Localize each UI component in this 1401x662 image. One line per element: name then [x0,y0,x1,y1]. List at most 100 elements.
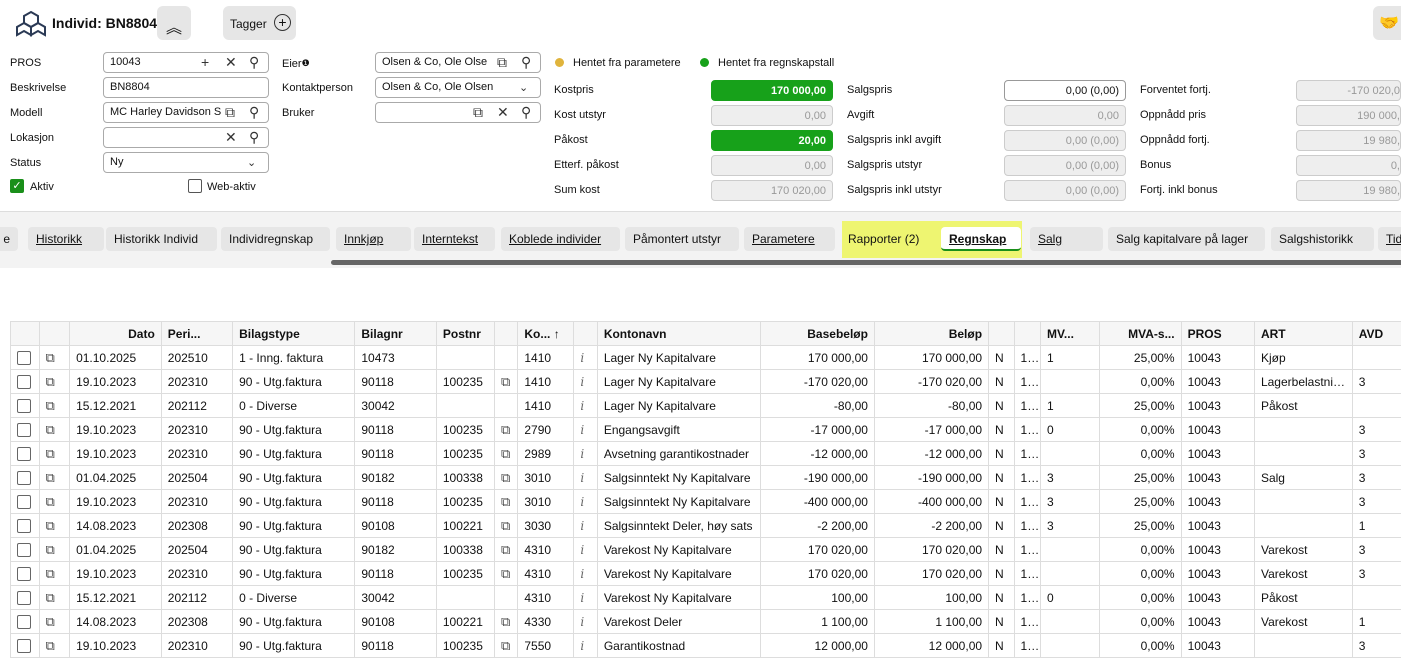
search-icon[interactable]: ⚲ [521,54,532,71]
table-row[interactable]: ⧉ 01.10.2025 202510 1 - Inng. faktura 10473 1… [10,345,1401,370]
col-periode[interactable]: Peri... [160,321,234,346]
col-n[interactable] [988,321,1015,346]
tab-tid[interactable]: Tid [1378,227,1401,251]
aktiv-checkbox[interactable]: ✓ [10,179,24,193]
row-checkbox-cell[interactable] [10,633,40,658]
row-checkbox[interactable] [17,446,31,461]
open-external-icon[interactable]: ⧉ [501,422,510,437]
table-row[interactable]: ⧉ 14.08.2023 202308 90 - Utg.faktura 90108 10… [10,513,1401,538]
postnr-link-cell[interactable] [493,393,519,418]
open-external-icon[interactable]: ⧉ [497,54,507,71]
row-open-cell[interactable]: ⧉ [38,585,71,610]
info-icon[interactable]: i [580,375,584,389]
col-pros[interactable]: PROS [1180,321,1255,346]
table-row[interactable]: ⧉ 19.10.2023 202310 90 - Utg.faktura 90118 10… [10,417,1401,442]
table-row[interactable]: ⧉ 01.04.2025 202504 90 - Utg.faktura 90182 10… [10,465,1401,490]
info-icon[interactable]: i [580,447,584,461]
handshake-button[interactable]: 🤝 [1373,6,1401,40]
info-icon[interactable]: i [580,495,584,509]
col-bilagstype[interactable]: Bilagstype [232,321,356,346]
row-checkbox-cell[interactable] [10,345,40,370]
open-external-icon[interactable]: ⧉ [46,638,55,653]
row-checkbox-cell[interactable] [10,585,40,610]
postnr-link-cell[interactable]: ⧉ [493,417,519,442]
row-open-cell[interactable]: ⧉ [38,561,71,586]
info-cell[interactable]: i [573,393,598,418]
info-icon[interactable]: i [580,519,584,533]
info-icon[interactable]: i [580,567,584,581]
info-cell[interactable]: i [573,489,598,514]
bruker-field[interactable]: ⧉ ✕ ⚲ [375,102,541,123]
open-external-icon[interactable]: ⧉ [501,446,510,461]
info-cell[interactable]: i [573,513,598,538]
table-row[interactable]: ⧉ 19.10.2023 202310 90 - Utg.faktura 90118 10… [10,561,1401,586]
table-row[interactable]: ⧉ 19.10.2023 202310 90 - Utg.faktura 90118 10… [10,633,1401,658]
open-external-icon[interactable]: ⧉ [225,104,235,121]
open-external-icon[interactable]: ⧉ [501,374,510,389]
row-checkbox-cell[interactable] [10,393,40,418]
open-external-icon[interactable]: ⧉ [46,590,55,605]
row-checkbox[interactable] [17,494,31,509]
info-icon[interactable]: i [580,423,584,437]
info-cell[interactable]: i [573,585,598,610]
open-external-icon[interactable]: ⧉ [501,542,510,557]
row-checkbox-cell[interactable] [10,441,40,466]
open-external-icon[interactable]: ⧉ [501,518,510,533]
lokasjon-field[interactable]: ✕ ⚲ [103,127,269,148]
tab-parametere[interactable]: Parametere [744,227,835,251]
open-external-icon[interactable]: ⧉ [46,494,55,509]
tab-hidden[interactable]: e [0,227,18,251]
row-open-cell[interactable]: ⧉ [38,393,71,418]
table-row[interactable]: ⧉ 19.10.2023 202310 90 - Utg.faktura 90118 10… [10,489,1401,514]
search-icon[interactable]: ⚲ [249,54,259,71]
col-dato[interactable]: Dato [69,321,162,346]
table-row[interactable]: ⧉ 19.10.2023 202310 90 - Utg.faktura 90118 10… [10,369,1401,394]
row-checkbox[interactable] [17,350,31,365]
row-checkbox-cell[interactable] [10,537,40,562]
table-row[interactable]: ⧉ 14.08.2023 202308 90 - Utg.faktura 90108 10… [10,609,1401,634]
postnr-link-cell[interactable]: ⧉ [493,561,519,586]
row-checkbox[interactable] [17,518,31,533]
row-checkbox-cell[interactable] [10,369,40,394]
open-external-icon[interactable]: ⧉ [46,566,55,581]
info-icon[interactable]: i [580,591,584,605]
col-kontonavn[interactable]: Kontonavn [596,321,761,346]
row-open-cell[interactable]: ⧉ [38,369,71,394]
row-checkbox-cell[interactable] [10,513,40,538]
status-select[interactable]: Ny ⌄ [103,152,269,173]
pros-field[interactable]: 10043 + ✕ ⚲ [103,52,269,73]
info-cell[interactable]: i [573,537,598,562]
search-icon[interactable]: ⚲ [521,104,531,121]
postnr-link-cell[interactable] [493,345,519,370]
clear-icon[interactable]: ✕ [225,54,237,71]
clear-icon[interactable]: ✕ [225,129,237,146]
row-checkbox[interactable] [17,542,31,557]
postnr-link-cell[interactable]: ⧉ [493,537,519,562]
table-row[interactable]: ⧉ 19.10.2023 202310 90 - Utg.faktura 90118 10… [10,441,1401,466]
open-external-icon[interactable]: ⧉ [46,542,55,557]
webaktiv-checkbox[interactable] [188,179,202,193]
row-checkbox-cell[interactable] [10,489,40,514]
beskrivelse-field[interactable]: BN8804 [103,77,269,98]
postnr-link-cell[interactable]: ⧉ [493,513,519,538]
tab-interntekst[interactable]: Interntekst [414,227,495,251]
col-basebelop[interactable]: Basebeløp [759,321,875,346]
info-cell[interactable]: i [573,345,598,370]
open-external-icon[interactable]: ⧉ [46,350,55,365]
tab-historikk[interactable]: Historikk [28,227,104,251]
open-external-icon[interactable]: ⧉ [46,398,55,413]
col-postnr[interactable]: Postnr [435,321,495,346]
info-cell[interactable]: i [573,609,598,634]
open-external-icon[interactable]: ⧉ [46,470,55,485]
row-checkbox[interactable] [17,590,31,605]
search-icon[interactable]: ⚲ [249,104,260,121]
open-external-icon[interactable]: ⧉ [46,422,55,437]
row-checkbox[interactable] [17,470,31,485]
info-cell[interactable]: i [573,417,598,442]
info-cell[interactable]: i [573,441,598,466]
postnr-link-cell[interactable]: ⧉ [493,369,519,394]
tab-regnskap[interactable]: Regnskap [941,227,1021,251]
col-mva[interactable]: MV... [1039,321,1101,346]
info-icon[interactable]: i [580,615,584,629]
modell-field[interactable]: MC Harley Davidson S ⧉ ⚲ [103,102,269,123]
